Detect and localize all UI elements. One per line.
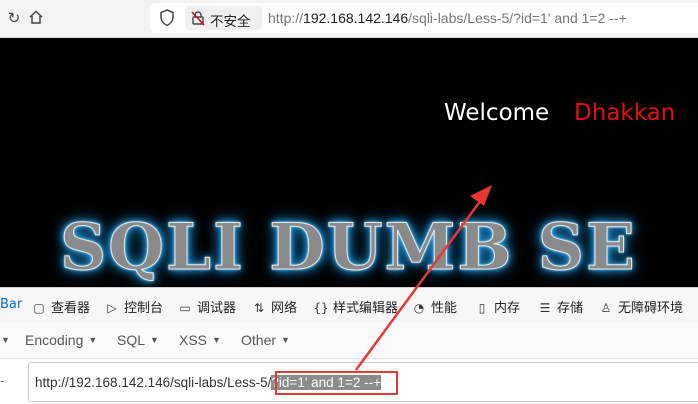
menu-sql[interactable]: SQL ▼ xyxy=(117,332,159,348)
style-editor-icon: {} xyxy=(313,301,329,315)
tab-label: 存储 xyxy=(557,301,584,316)
page-viewport: Welcome Dhakkan SQLI DUMB SE xyxy=(0,38,698,287)
security-indicator[interactable]: 不安全 xyxy=(185,6,262,30)
menu-label: XSS xyxy=(179,332,208,348)
tab-label: 无障碍环境 xyxy=(618,301,684,316)
tab-label: 样式编辑器 xyxy=(333,301,399,316)
tab-network[interactable]: ⇅ 网络 xyxy=(251,297,297,316)
url-prefix: http:// xyxy=(268,10,304,26)
network-icon: ⇅ xyxy=(253,301,265,315)
tab-performance[interactable]: ◔ 性能 xyxy=(411,297,457,316)
tab-label: 内存 xyxy=(494,301,521,316)
tab-inspector[interactable]: ▢ 查看器 xyxy=(31,297,90,316)
tab-memory[interactable]: ▯ 内存 xyxy=(474,297,520,316)
hackbar-menu-bar: ▼ Encoding ▼ SQL ▼ XSS ▼ Other ▼ xyxy=(0,322,698,359)
welcome-label: Welcome xyxy=(444,100,550,126)
tab-label: 控制台 xyxy=(124,301,164,316)
shield-icon[interactable] xyxy=(159,9,175,32)
row-dash: - xyxy=(0,373,5,388)
insecure-lock-icon xyxy=(190,10,206,31)
url-path: /sqli-labs/Less-5/?id=1' and 1=2 --+ xyxy=(408,10,627,26)
welcome-name: Dhakkan xyxy=(574,100,676,126)
url-host: 192.168.142.146 xyxy=(303,10,409,26)
menu-label: SQL xyxy=(117,332,146,348)
menu-other[interactable]: Other ▼ xyxy=(241,332,290,348)
menu-dropdown-caret[interactable]: ▼ xyxy=(0,332,10,348)
tab-hackbar[interactable]: Bar xyxy=(0,297,22,312)
sqli-dumb-series-banner: SQLI DUMB SE xyxy=(60,210,637,286)
accessibility-icon: ♙ xyxy=(600,301,612,315)
chevron-down-icon: ▼ xyxy=(88,335,98,345)
address-bar[interactable]: 不安全 http://192.168.142.146/sqli-labs/Les… xyxy=(150,3,698,33)
devtools-tab-strip: Bar ▢ 查看器 ▷ 控制台 ▭ 调试器 ⇅ 网络 {} 样式编辑器 ◔ 性能 ▯ 内存 ☰… xyxy=(0,287,698,323)
highlight-box xyxy=(275,371,398,395)
console-icon: ▷ xyxy=(107,301,117,315)
tab-label: 查看器 xyxy=(51,301,91,316)
performance-icon: ◔ xyxy=(413,301,425,315)
refresh-icon[interactable]: ↻ xyxy=(5,9,23,27)
inspector-icon: ▢ xyxy=(33,301,45,315)
tab-label: 网络 xyxy=(271,301,298,316)
tab-label: Bar xyxy=(0,297,23,312)
menu-label: Encoding xyxy=(25,332,84,348)
tab-accessibility[interactable]: ♙ 无障碍环境 xyxy=(598,297,683,316)
menu-encoding[interactable]: Encoding ▼ xyxy=(25,332,97,348)
debugger-icon: ▭ xyxy=(179,301,191,315)
url-display[interactable]: http://192.168.142.146/sqli-labs/Less-5/… xyxy=(268,10,627,26)
security-label: 不安全 xyxy=(210,14,251,30)
chevron-down-icon: ▼ xyxy=(281,335,290,345)
storage-icon: ☰ xyxy=(539,301,551,315)
chevron-down-icon: ▼ xyxy=(212,335,221,345)
tab-storage[interactable]: ☰ 存储 xyxy=(537,297,583,316)
menu-label: Other xyxy=(241,332,277,348)
tab-label: 性能 xyxy=(431,301,458,316)
tab-debugger[interactable]: ▭ 调试器 xyxy=(177,297,236,316)
tab-label: 调试器 xyxy=(197,301,237,316)
tab-console[interactable]: ▷ 控制台 xyxy=(104,297,163,316)
memory-icon: ▯ xyxy=(478,301,486,315)
url-plain-part: http://192.168.142.146/sqli-labs/Less-5/ xyxy=(35,375,272,390)
chevron-down-icon: ▼ xyxy=(1,335,10,345)
browser-toolbar: ↻ 不安全 http://192.168.142.146/sqli-labs/L… xyxy=(0,0,698,38)
tab-style-editor[interactable]: {} 样式编辑器 xyxy=(313,297,398,316)
home-icon[interactable] xyxy=(27,9,45,27)
menu-xss[interactable]: XSS ▼ xyxy=(179,332,221,348)
chevron-down-icon: ▼ xyxy=(150,335,159,345)
